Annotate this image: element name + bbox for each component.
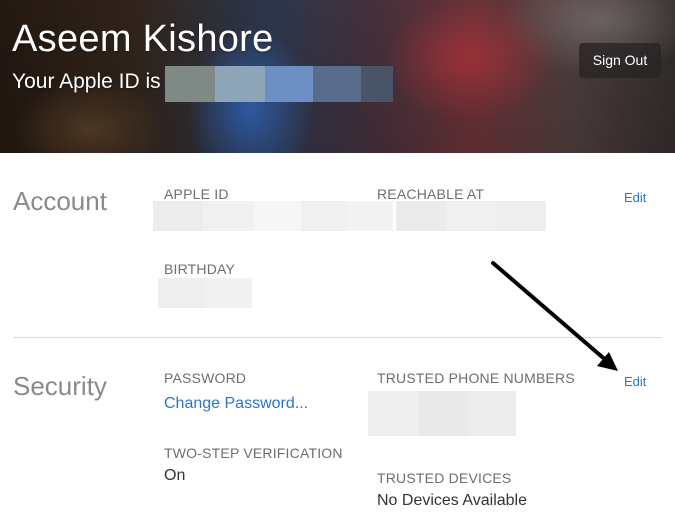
apple-id-label: APPLE ID bbox=[164, 186, 229, 202]
change-password-link[interactable]: Change Password... bbox=[164, 395, 308, 413]
apple-id-prefix: Your Apple ID is bbox=[12, 70, 161, 93]
sign-out-button[interactable]: Sign Out bbox=[579, 43, 661, 78]
account-edit-link[interactable]: Edit bbox=[624, 190, 646, 205]
profile-banner: Aseem Kishore Your Apple ID is Sign Out bbox=[0, 0, 675, 153]
trusted-devices-label: TRUSTED DEVICES bbox=[377, 470, 512, 486]
trusted-devices-value: No Devices Available bbox=[377, 492, 528, 509]
two-step-verification-value: On bbox=[164, 467, 186, 484]
birthday-value-redacted bbox=[158, 278, 252, 308]
security-edit-link[interactable]: Edit bbox=[624, 374, 646, 389]
security-section-title: Security bbox=[13, 371, 107, 401]
password-label: PASSWORD bbox=[164, 370, 247, 386]
section-divider bbox=[13, 337, 662, 338]
user-name: Aseem Kishore bbox=[12, 18, 274, 60]
reachable-at-value-redacted bbox=[396, 201, 546, 231]
birthday-label: BIRTHDAY bbox=[164, 261, 236, 277]
two-step-verification-label: TWO-STEP VERIFICATION bbox=[164, 445, 343, 461]
reachable-at-label: REACHABLE AT bbox=[377, 186, 485, 202]
trusted-phone-numbers-label: TRUSTED PHONE NUMBERS bbox=[377, 370, 575, 386]
apple-id-value-redacted bbox=[153, 201, 393, 231]
trusted-phone-numbers-redacted bbox=[368, 391, 516, 436]
account-section-title: Account bbox=[13, 186, 107, 216]
apple-id-redacted bbox=[165, 66, 393, 102]
